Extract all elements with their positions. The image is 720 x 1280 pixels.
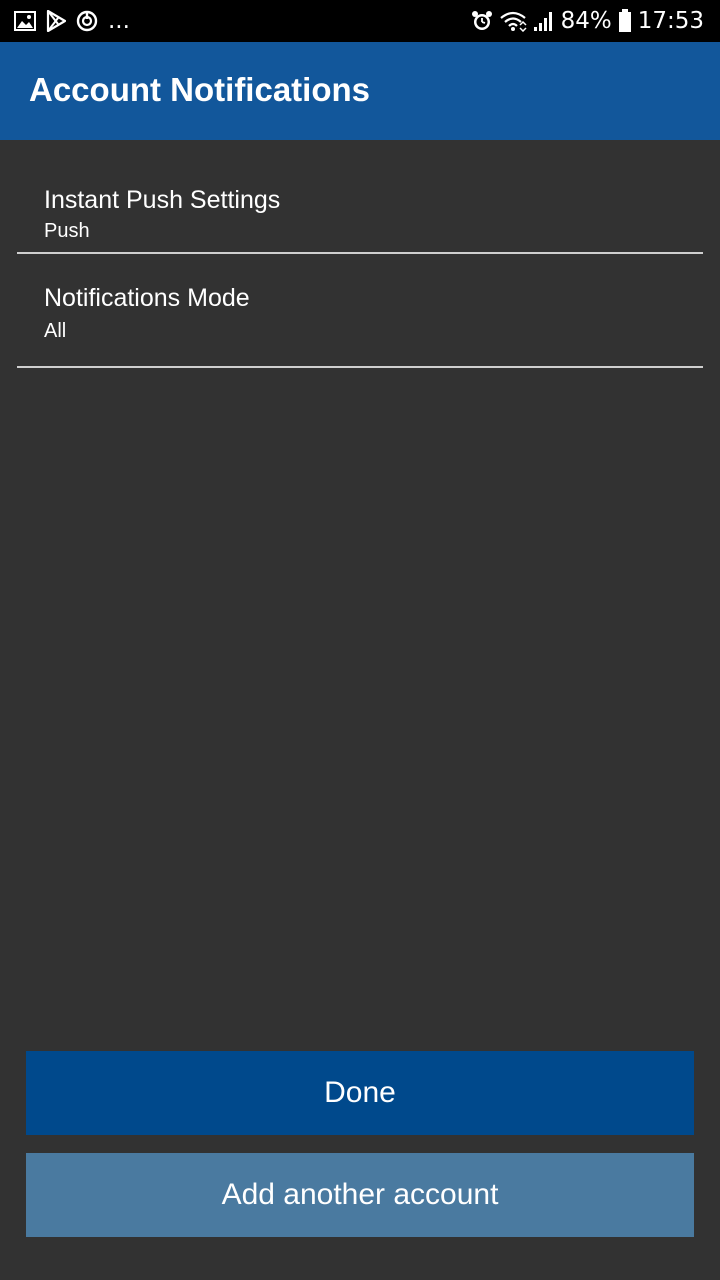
alarm-icon bbox=[471, 10, 493, 32]
sync-icon bbox=[76, 10, 98, 32]
setting-value: All bbox=[44, 320, 67, 342]
status-right-icons: 84% 17:53 bbox=[471, 6, 704, 36]
setting-item-notifications-mode[interactable]: Notifications Mode All bbox=[17, 254, 703, 368]
screen: ... 84% 17:53 Account Notifications Inst… bbox=[0, 0, 720, 1280]
gallery-icon bbox=[14, 11, 36, 31]
done-button[interactable]: Done bbox=[26, 1051, 694, 1135]
setting-value: Push bbox=[44, 220, 90, 242]
add-another-account-button[interactable]: Add another account bbox=[26, 1153, 694, 1237]
app-bar: Account Notifications bbox=[0, 42, 720, 140]
more-notifications-indicator: ... bbox=[108, 8, 130, 34]
play-store-icon bbox=[46, 10, 66, 32]
setting-item-instant-push[interactable]: Instant Push Settings Push bbox=[17, 140, 703, 254]
wifi-icon bbox=[499, 10, 527, 32]
setting-title: Instant Push Settings bbox=[44, 186, 281, 214]
battery-icon bbox=[618, 9, 632, 33]
setting-title: Notifications Mode bbox=[44, 284, 250, 312]
settings-list: Instant Push Settings Push Notifications… bbox=[0, 140, 720, 368]
battery-percentage: 84% bbox=[560, 8, 612, 34]
status-time: 17:53 bbox=[637, 8, 704, 34]
signal-icon bbox=[533, 10, 555, 32]
status-bar: ... 84% 17:53 bbox=[0, 0, 720, 42]
status-left-icons: ... bbox=[14, 8, 130, 34]
page-title: Account Notifications bbox=[29, 71, 371, 108]
